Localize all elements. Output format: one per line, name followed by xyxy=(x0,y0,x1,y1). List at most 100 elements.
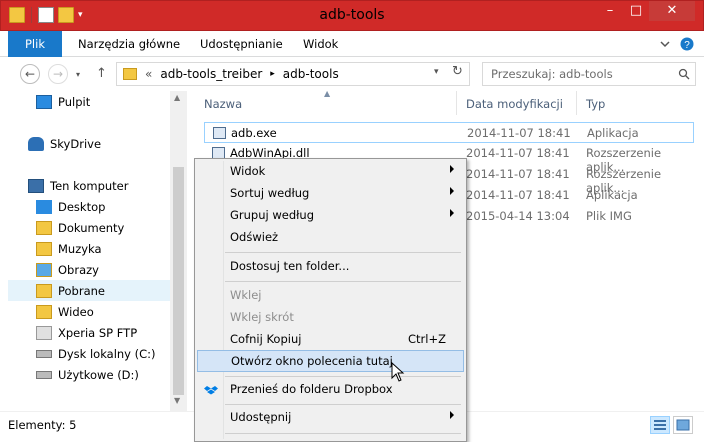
sidebar-item-downloads[interactable]: Pobrane xyxy=(8,280,170,301)
sidebar-item-label: Desktop xyxy=(58,199,106,214)
help-icon[interactable]: ? xyxy=(680,37,694,51)
breadcrumb-item[interactable]: adb-tools xyxy=(283,67,339,81)
navigation-pane: Pulpit SkyDrive Ten komputer Desktop Dok… xyxy=(0,91,186,411)
sidebar-item-label: Ten komputer xyxy=(50,178,129,193)
ftp-icon xyxy=(36,325,52,340)
file-date: 2014-11-07 18:41 xyxy=(466,146,570,160)
file-type: Aplikacja xyxy=(587,126,639,140)
recent-locations-icon[interactable]: ▾ xyxy=(76,70,80,79)
ribbon: Plik Narzędzia główne Udostępnianie Wido… xyxy=(0,31,704,57)
address-dropdown-icon[interactable]: ▾ xyxy=(434,67,439,77)
menu-separator xyxy=(225,376,461,377)
sidebar-item-desktop[interactable]: Desktop xyxy=(36,196,105,217)
menu-item-move-to-dropbox[interactable]: Przenieś do folderu Dropbox xyxy=(197,379,464,401)
sidebar-scrollbar[interactable]: ▲ ▼ xyxy=(170,91,187,411)
context-menu: Widok Sortuj według Grupuj według Odświe… xyxy=(194,158,467,442)
sidebar-item-pictures[interactable]: Obrazy xyxy=(36,259,99,280)
submenu-arrow-icon xyxy=(450,209,454,217)
mouse-cursor-icon xyxy=(391,362,405,382)
item-count: Elementy: 5 xyxy=(8,418,77,432)
menu-item-paste[interactable]: Wklej xyxy=(197,285,464,307)
sidebar-item-ftp[interactable]: Xperia SP FTP xyxy=(36,322,137,343)
file-date: 2014-11-07 18:41 xyxy=(466,167,570,181)
menu-separator xyxy=(225,252,461,253)
thumbnails-view-button[interactable] xyxy=(673,416,693,434)
menu-item-refresh[interactable]: Odśwież xyxy=(197,227,464,249)
sidebar-item-label: Pulpit xyxy=(58,94,91,109)
close-button[interactable]: ✕ xyxy=(649,1,695,21)
minimize-button[interactable]: – xyxy=(597,1,623,21)
music-icon xyxy=(36,241,52,256)
submenu-arrow-icon xyxy=(450,165,454,173)
menu-item-label: Wklej xyxy=(230,288,262,302)
file-name: adb.exe xyxy=(231,126,277,140)
sidebar-item-label: Dysk lokalny (C:) xyxy=(58,346,156,361)
refresh-icon[interactable]: ↻ xyxy=(452,64,463,79)
column-divider[interactable] xyxy=(456,91,457,115)
sidebar-item-label: Pobrane xyxy=(58,283,105,298)
breadcrumb-separator-icon[interactable]: ▸ xyxy=(270,69,275,79)
sidebar-item-videos[interactable]: Wideo xyxy=(36,301,94,322)
sidebar-item-skydrive[interactable]: SkyDrive xyxy=(28,133,101,154)
menu-item-label: Odśwież xyxy=(230,230,279,244)
details-view-button[interactable] xyxy=(650,416,670,434)
menu-item-label: Cofnij Kopiuj xyxy=(230,332,302,346)
sidebar-item-label: Obrazy xyxy=(58,262,99,277)
skydrive-icon xyxy=(28,136,44,151)
sidebar-item-label: Wideo xyxy=(58,304,94,319)
search-input[interactable]: Przeszukaj: adb-tools xyxy=(482,62,696,86)
sidebar-item-pulpit[interactable]: Pulpit xyxy=(36,91,90,112)
column-header-type[interactable]: Typ xyxy=(586,97,605,111)
scroll-up-icon[interactable]: ▲ xyxy=(174,93,180,102)
sidebar-item-label: Użytkowe (D:) xyxy=(58,367,139,382)
pictures-icon xyxy=(36,262,52,277)
tab-view[interactable]: Widok xyxy=(303,31,338,57)
menu-item-customize-folder[interactable]: Dostosuj ten folder... xyxy=(197,256,464,278)
file-date: 2015-04-14 13:04 xyxy=(466,209,570,223)
tab-plik[interactable]: Plik xyxy=(8,31,62,57)
menu-separator xyxy=(225,433,461,434)
scroll-down-icon[interactable]: ▼ xyxy=(174,396,180,405)
back-button[interactable]: ← xyxy=(20,64,40,84)
menu-item-sort-by[interactable]: Sortuj według xyxy=(197,183,464,205)
column-divider[interactable] xyxy=(576,91,577,115)
folder-icon xyxy=(36,199,52,214)
column-header-name[interactable]: Nazwa xyxy=(204,97,242,111)
menu-item-share[interactable]: Udostępnij xyxy=(197,407,464,429)
table-row[interactable]: adb.exe 2014-11-07 18:41 Aplikacja xyxy=(204,122,694,143)
sidebar-item-label: Dokumenty xyxy=(58,220,125,235)
sidebar-item-drive-d[interactable]: Użytkowe (D:) xyxy=(36,364,139,385)
desktop-icon xyxy=(36,94,52,109)
menu-item-group-by[interactable]: Grupuj według xyxy=(197,205,464,227)
sidebar-item-label: Xperia SP FTP xyxy=(58,325,138,340)
menu-item-open-command-window[interactable]: Otwórz okno polecenia tutaj xyxy=(197,350,464,372)
sidebar-item-this-pc[interactable]: Ten komputer xyxy=(28,175,128,196)
scrollbar-thumb[interactable] xyxy=(173,167,184,395)
sidebar-item-music[interactable]: Muzyka xyxy=(36,238,102,259)
menu-item-view[interactable]: Widok xyxy=(197,161,464,183)
expand-ribbon-icon[interactable] xyxy=(658,37,672,51)
menu-item-undo-copy[interactable]: Cofnij Kopiuj Ctrl+Z xyxy=(197,329,464,351)
menu-item-label: Sortuj według xyxy=(230,186,310,200)
sidebar-item-documents[interactable]: Dokumenty xyxy=(36,217,124,238)
tab-share[interactable]: Udostępnianie xyxy=(200,31,283,57)
search-icon[interactable] xyxy=(678,68,690,80)
menu-item-paste-shortcut[interactable]: Wklej skrót xyxy=(197,307,464,329)
up-button[interactable]: ↑ xyxy=(96,66,107,81)
tab-home[interactable]: Narzędzia główne xyxy=(78,31,180,57)
address-bar[interactable]: « adb-tools_treiber ▸ adb-tools ▾ ↻ xyxy=(116,62,470,86)
menu-item-label: Widok xyxy=(230,164,266,178)
forward-button[interactable]: → xyxy=(48,64,68,84)
video-icon xyxy=(36,304,52,319)
sidebar-item-label: Muzyka xyxy=(58,241,102,256)
menu-separator xyxy=(225,281,461,282)
breadcrumb-item[interactable]: adb-tools_treiber xyxy=(160,67,262,81)
sidebar-item-drive-c[interactable]: Dysk lokalny (C:) xyxy=(36,343,156,364)
column-header-date[interactable]: Data modyfikacji xyxy=(466,97,563,111)
menu-item-label: Grupuj według xyxy=(230,208,315,222)
file-type: Plik IMG xyxy=(586,209,632,223)
submenu-arrow-icon xyxy=(450,187,454,195)
menu-item-label: Przenieś do folderu Dropbox xyxy=(230,382,393,396)
breadcrumb-overflow[interactable]: « xyxy=(145,67,152,81)
maximize-button[interactable]: □ xyxy=(623,1,649,21)
